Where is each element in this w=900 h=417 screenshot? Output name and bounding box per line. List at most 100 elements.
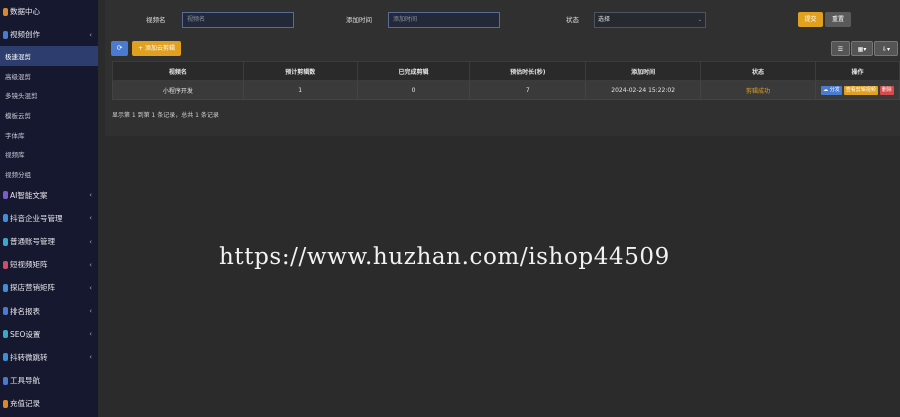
table-header-row: 视频名 预计剪辑数 已完成剪辑 预估时长(秒) 添加时间 状态 操作 — [112, 61, 900, 81]
sidebar-subitem-label: 极速混剪 — [5, 53, 31, 62]
link-icon — [3, 353, 8, 362]
sidebar-item[interactable]: 视频创作 ‹ — [0, 23, 98, 46]
sidebar-subitem-label: 多镜头混剪 — [5, 92, 38, 101]
col-status[interactable]: 状态 — [700, 61, 816, 81]
sidebar-item[interactable]: 充值记录 — [0, 392, 98, 415]
col-video-name[interactable]: 视频名 — [112, 61, 244, 81]
sidebar-subitem[interactable]: 模板云剪 — [0, 105, 98, 125]
sidebar-item-label: 数据中心 — [10, 7, 40, 17]
tool-icon — [3, 376, 8, 385]
ai-icon — [3, 191, 8, 200]
col-expected-count[interactable]: 预计剪辑数 — [242, 61, 358, 81]
chevron-down-icon: ⌄ — [697, 17, 702, 23]
sidebar-item-label: SEO设置 — [10, 329, 41, 339]
chevron-left-icon: ‹ — [89, 237, 92, 246]
columns-icon[interactable]: ☰ — [831, 41, 850, 56]
view-edits-button[interactable]: 查看剪辑视频 — [843, 85, 878, 95]
video-table: 视频名 预计剪辑数 已完成剪辑 预估时长(秒) 添加时间 状态 操作 小程序开发… — [112, 61, 900, 100]
status-badge: 剪辑成功 — [700, 80, 816, 100]
sidebar-item-label: 普通账号管理 — [10, 237, 55, 246]
chevron-left-icon: ‹ — [89, 260, 92, 269]
sidebar-item[interactable]: 排名报表 ‹ — [0, 299, 98, 322]
main-content: 视频名 视频名 添加时间 添加时间 状态 选择 ⌄ 提交 重置 ⟳ + 添加云剪… — [98, 0, 900, 417]
search-form: 视频名 视频名 添加时间 添加时间 状态 选择 ⌄ 提交 重置 — [105, 0, 900, 38]
add-cloud-edit-button[interactable]: + 添加云剪辑 — [132, 41, 181, 56]
chevron-left-icon: ‹ — [89, 214, 92, 223]
submit-button[interactable]: 提交 — [798, 12, 823, 27]
table-row: 小程序开发 1 0 7 2024-02-24 15:22:02 剪辑成功 ☁ 分… — [112, 80, 900, 100]
sidebar-subitem-label: 高级混剪 — [5, 72, 31, 81]
add-time-input[interactable]: 添加时间 — [388, 12, 500, 28]
col-add-time[interactable]: 添加时间 — [585, 61, 702, 81]
cell-expected-count: 1 — [242, 80, 358, 100]
matrix-icon — [3, 260, 8, 269]
sidebar-item-label: 视频创作 — [10, 30, 40, 40]
recharge-icon — [3, 399, 8, 408]
sidebar: 数据中心视频创作 ‹ 极速混剪高级混剪多镜头混剪模板云剪字体库视频库视频分组 AI智能… — [0, 0, 98, 417]
sidebar-item[interactable]: AI智能文案 ‹ — [0, 184, 98, 207]
sidebar-item[interactable]: 抖转微跳转 ‹ — [0, 346, 98, 369]
chevron-left-icon: ‹ — [89, 30, 92, 39]
sidebar-subitem[interactable]: 字体库 — [0, 125, 98, 145]
video-name-label: 视频名 — [146, 16, 166, 24]
pagination-info: 显示第 1 到第 1 条记录，总共 1 条记录 — [112, 112, 219, 119]
sidebar-item-label: 工具导航 — [10, 376, 40, 386]
cell-finished-count: 0 — [356, 80, 471, 100]
status-label: 状态 — [566, 16, 579, 24]
chevron-left-icon: ‹ — [89, 283, 92, 292]
table-panel: ⟳ + 添加云剪辑 ☰ ▦▾ ⇩▾ 视频名 预计剪辑数 已完成剪辑 预估时长(秒… — [105, 38, 900, 136]
export-icon[interactable]: ⇩▾ — [874, 41, 898, 56]
chevron-left-icon: ‹ — [89, 353, 92, 362]
shop-icon — [3, 283, 8, 292]
reset-button[interactable]: 重置 — [825, 12, 851, 27]
video-name-input[interactable]: 视频名 — [182, 12, 294, 28]
col-actions: 操作 — [814, 61, 900, 81]
col-finished-count[interactable]: 已完成剪辑 — [356, 61, 471, 81]
enterprise-icon — [3, 214, 8, 223]
sidebar-subitem-label: 模板云剪 — [5, 111, 31, 120]
chevron-left-icon: ‹ — [89, 330, 92, 339]
status-select[interactable]: 选择 ⌄ — [594, 12, 706, 28]
dashboard-icon — [3, 7, 8, 16]
sidebar-item[interactable]: SEO设置 ‹ — [0, 323, 98, 346]
sidebar-item-label: 探店营销矩阵 — [10, 283, 55, 293]
cell-add-time: 2024-02-24 15:22:02 — [585, 80, 702, 100]
sidebar-subitem-label: 视频分组 — [5, 170, 31, 179]
sidebar-item-label: AI智能文案 — [10, 190, 48, 200]
seo-icon — [3, 330, 8, 339]
sidebar-subitem[interactable]: 视频分组 — [0, 164, 98, 184]
chevron-left-icon: ‹ — [89, 191, 92, 200]
sidebar-item-label: 充值记录 — [10, 399, 40, 409]
watermark-url: https://www.huzhan.com/ishop44509 — [219, 244, 670, 270]
col-duration[interactable]: 预估时长(秒) — [469, 61, 587, 81]
sidebar-item-label: 排名报表 — [10, 306, 40, 316]
sidebar-item[interactable]: 抖音企业号管理 ‹ — [0, 207, 98, 230]
sidebar-item[interactable]: 数据中心 — [0, 0, 98, 23]
refresh-icon[interactable]: ⟳ — [111, 41, 128, 56]
sidebar-item[interactable]: 普通账号管理 ‹ — [0, 230, 98, 253]
cell-duration: 7 — [469, 80, 587, 100]
grid-view-icon[interactable]: ▦▾ — [851, 41, 873, 56]
sidebar-item[interactable]: 工具导航 — [0, 369, 98, 392]
sidebar-subitem[interactable]: 视频库 — [0, 144, 98, 164]
cell-actions: ☁ 分发 查看剪辑视频 删除 — [814, 80, 900, 100]
status-select-value: 选择 — [598, 16, 611, 23]
video-icon — [3, 30, 8, 39]
report-icon — [3, 307, 8, 316]
sidebar-item[interactable]: 短视频矩阵 ‹ — [0, 253, 98, 276]
sidebar-subitem[interactable]: 极速混剪 — [0, 46, 98, 66]
chevron-left-icon: ‹ — [89, 307, 92, 316]
distribute-button[interactable]: ☁ 分发 — [821, 85, 842, 95]
sidebar-item-label: 抖音企业号管理 — [10, 213, 63, 223]
sidebar-subitem-label: 视频库 — [5, 151, 25, 160]
delete-button[interactable]: 删除 — [879, 85, 894, 95]
sidebar-item-label: 抖转微跳转 — [10, 352, 48, 362]
sidebar-item-label: 短视频矩阵 — [10, 260, 48, 270]
sidebar-subitem[interactable]: 多镜头混剪 — [0, 86, 98, 106]
account-icon — [3, 237, 8, 246]
sidebar-subitem[interactable]: 高级混剪 — [0, 66, 98, 86]
add-time-label: 添加时间 — [346, 16, 372, 24]
cell-video-name: 小程序开发 — [112, 80, 244, 100]
sidebar-item[interactable]: 探店营销矩阵 ‹ — [0, 276, 98, 299]
sidebar-subitem-label: 字体库 — [5, 131, 25, 140]
